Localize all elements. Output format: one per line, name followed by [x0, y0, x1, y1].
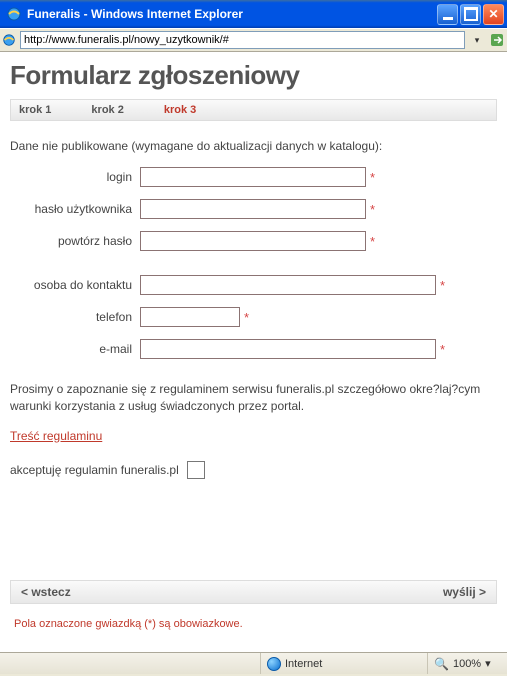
page-title: Formularz zgłoszeniowy — [10, 60, 497, 91]
input-phone[interactable] — [140, 307, 240, 327]
row-login: login * — [10, 167, 497, 187]
url-dropdown-icon[interactable]: ▾ — [469, 32, 485, 48]
intro-text: Dane nie publikowane (wymagane do aktual… — [10, 139, 497, 153]
go-button[interactable] — [489, 32, 505, 48]
input-password2[interactable] — [140, 231, 366, 251]
step-1[interactable]: krok 1 — [19, 104, 51, 116]
input-password[interactable] — [140, 199, 366, 219]
step-2[interactable]: krok 2 — [91, 104, 123, 116]
required-asterisk: * — [440, 342, 445, 357]
globe-icon — [267, 657, 281, 671]
address-bar: ▾ — [0, 28, 507, 52]
label-password2: powtórz hasło — [10, 234, 140, 248]
steps-nav: krok 1 krok 2 krok 3 — [10, 99, 497, 121]
step-3[interactable]: krok 3 — [164, 104, 196, 116]
label-phone: telefon — [10, 310, 140, 324]
zoom-value: 100% — [453, 658, 481, 670]
terms-link[interactable]: Treść regulaminu — [10, 429, 102, 443]
required-asterisk: * — [370, 170, 375, 185]
ie-logo-icon — [6, 6, 22, 22]
required-asterisk: * — [244, 310, 249, 325]
zone-label: Internet — [285, 658, 322, 670]
url-input[interactable] — [20, 31, 465, 49]
send-button[interactable]: wyślij > — [443, 585, 486, 599]
required-asterisk: * — [440, 278, 445, 293]
status-zoom[interactable]: 🔍 100% ▾ — [427, 653, 507, 674]
accept-row: akceptuję regulamin funeralis.pl — [10, 461, 497, 479]
input-login[interactable] — [140, 167, 366, 187]
page-icon — [2, 33, 16, 47]
status-left — [0, 653, 260, 674]
status-bar: Internet 🔍 100% ▾ — [0, 652, 507, 674]
window-titlebar: Funeralis - Windows Internet Explorer — [0, 0, 507, 28]
zoom-icon: 🔍 — [434, 657, 449, 671]
status-zone: Internet — [260, 653, 427, 674]
page-content: Formularz zgłoszeniowy krok 1 krok 2 kro… — [0, 52, 507, 652]
required-asterisk: * — [370, 234, 375, 249]
label-email: e-mail — [10, 342, 140, 356]
label-contact: osoba do kontaktu — [10, 278, 140, 292]
window-title: Funeralis - Windows Internet Explorer — [27, 7, 243, 21]
row-phone: telefon * — [10, 307, 497, 327]
label-login: login — [10, 170, 140, 184]
label-password: hasło użytkownika — [10, 202, 140, 216]
row-password: hasło użytkownika * — [10, 199, 497, 219]
back-button[interactable]: < wstecz — [21, 585, 71, 599]
row-password2: powtórz hasło * — [10, 231, 497, 251]
zoom-dropdown-icon: ▾ — [485, 657, 491, 670]
input-email[interactable] — [140, 339, 436, 359]
row-email: e-mail * — [10, 339, 497, 359]
terms-text: Prosimy o zapoznanie się z regulaminem s… — [10, 381, 497, 415]
window-minimize-button[interactable] — [437, 4, 458, 25]
input-contact[interactable] — [140, 275, 436, 295]
window-maximize-button[interactable] — [460, 4, 481, 25]
accept-checkbox[interactable] — [187, 461, 205, 479]
row-contact: osoba do kontaktu * — [10, 275, 497, 295]
window-close-button[interactable] — [483, 4, 504, 25]
required-note: Pola oznaczone gwiazdką (*) są obowiazko… — [14, 618, 243, 630]
required-asterisk: * — [370, 202, 375, 217]
form-nav: < wstecz wyślij > — [10, 580, 497, 604]
accept-label: akceptuję regulamin funeralis.pl — [10, 463, 179, 477]
